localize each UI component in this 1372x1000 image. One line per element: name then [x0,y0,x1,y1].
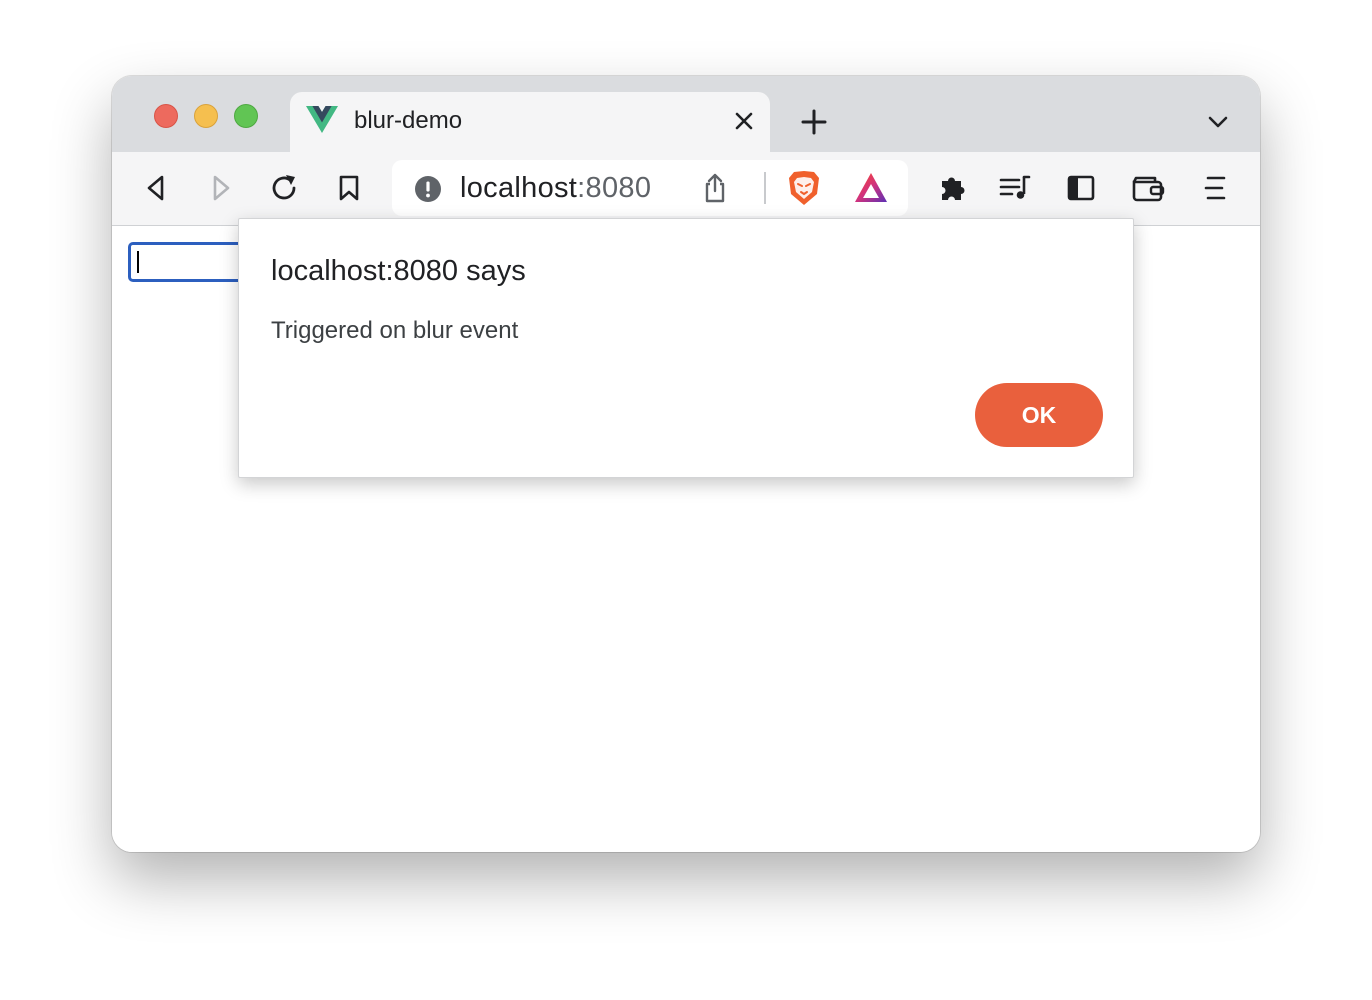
tab-search-chevron-down-icon[interactable] [1208,114,1228,130]
vue-logo-icon [306,106,338,134]
reload-icon[interactable] [270,173,300,203]
brave-shields-icon[interactable] [786,169,822,207]
alert-dialog: localhost:8080 says Triggered on blur ev… [238,218,1134,478]
dialog-title: localhost:8080 says [271,255,526,287]
tab-title: blur-demo [354,107,463,134]
share-icon[interactable] [700,172,730,203]
dialog-message: Triggered on blur event [271,317,519,344]
sidebar-icon[interactable] [1066,173,1096,203]
omnibox-separator [764,172,766,204]
tab-strip: blur-demo [112,76,1260,152]
text-caret [137,251,139,273]
back-icon[interactable] [142,173,172,203]
brave-rewards-icon[interactable] [852,170,890,206]
close-window-button[interactable] [154,104,178,128]
toolbar: localhost:8080 [112,152,1260,226]
wallet-icon[interactable] [1130,173,1166,203]
address-bar[interactable]: localhost:8080 [392,160,908,216]
close-tab-icon[interactable] [734,111,754,131]
menu-icon[interactable] [1202,173,1230,203]
new-tab-icon[interactable] [800,108,828,136]
ok-button[interactable]: OK [975,383,1103,447]
site-info-icon[interactable] [414,175,442,203]
zoom-window-button[interactable] [234,104,258,128]
forward-icon[interactable] [206,173,236,203]
minimize-window-button[interactable] [194,104,218,128]
url-text: localhost:8080 [460,172,651,205]
url-host: localhost [460,172,578,204]
extensions-icon[interactable] [936,172,968,204]
media-controls-icon[interactable] [998,173,1032,203]
url-port: :8080 [577,172,652,204]
bookmark-icon[interactable] [334,173,364,203]
tab-blur-demo[interactable]: blur-demo [290,92,770,152]
